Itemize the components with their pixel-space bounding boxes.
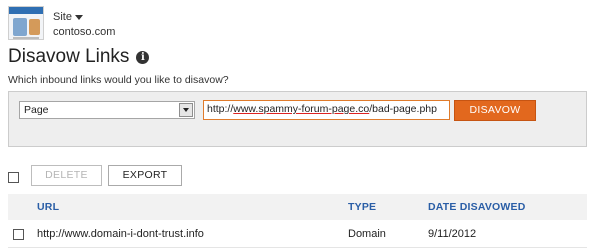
column-header-type[interactable]: TYPE [348, 201, 376, 213]
site-thumbnail[interactable] [8, 6, 44, 40]
row-date: 9/11/2012 [428, 228, 477, 240]
url-input-domain: www.spammy-forum-page.co [233, 103, 370, 115]
table-header: URL TYPE DATE DISAVOWED [8, 194, 587, 220]
site-domain: contoso.com [53, 26, 116, 38]
select-all-checkbox[interactable] [8, 172, 19, 183]
scope-select-value: Page [24, 104, 49, 116]
delete-button[interactable]: DELETE [31, 165, 102, 186]
disavow-form-panel: Page http://www.spammy-forum-page.co/bad… [8, 91, 587, 147]
url-input-path: /bad-page.php [369, 103, 437, 115]
thumbnail-line [13, 37, 39, 39]
scope-select[interactable]: Page [19, 101, 195, 119]
row-type: Domain [348, 228, 386, 240]
site-switcher[interactable]: Site [53, 11, 83, 23]
site-header: Site contoso.com [8, 6, 208, 40]
page-title: Disavow Links i [8, 46, 150, 68]
thumbnail-figure [13, 18, 27, 36]
chevron-down-icon[interactable] [179, 103, 193, 117]
caret-down-icon [74, 15, 83, 20]
page-title-text: Disavow Links [8, 46, 130, 67]
thumbnail-band [9, 7, 43, 14]
url-input-prefix: http:// [207, 103, 234, 115]
info-icon[interactable]: i [136, 50, 150, 64]
site-switcher-label: Site [53, 11, 72, 23]
thumbnail-figure [29, 19, 40, 35]
disavow-question: Which inbound links would you like to di… [8, 74, 229, 86]
table-row: http://www.domain-i-dont-trust.info Doma… [8, 222, 587, 248]
row-checkbox[interactable] [13, 229, 24, 240]
url-input[interactable]: http://www.spammy-forum-page.co/bad-page… [203, 100, 450, 120]
column-header-date[interactable]: DATE DISAVOWED [428, 201, 526, 213]
export-button[interactable]: EXPORT [108, 165, 182, 186]
row-url: http://www.domain-i-dont-trust.info [37, 228, 204, 240]
column-header-url[interactable]: URL [37, 201, 59, 213]
disavow-button[interactable]: DISAVOW [454, 100, 536, 121]
